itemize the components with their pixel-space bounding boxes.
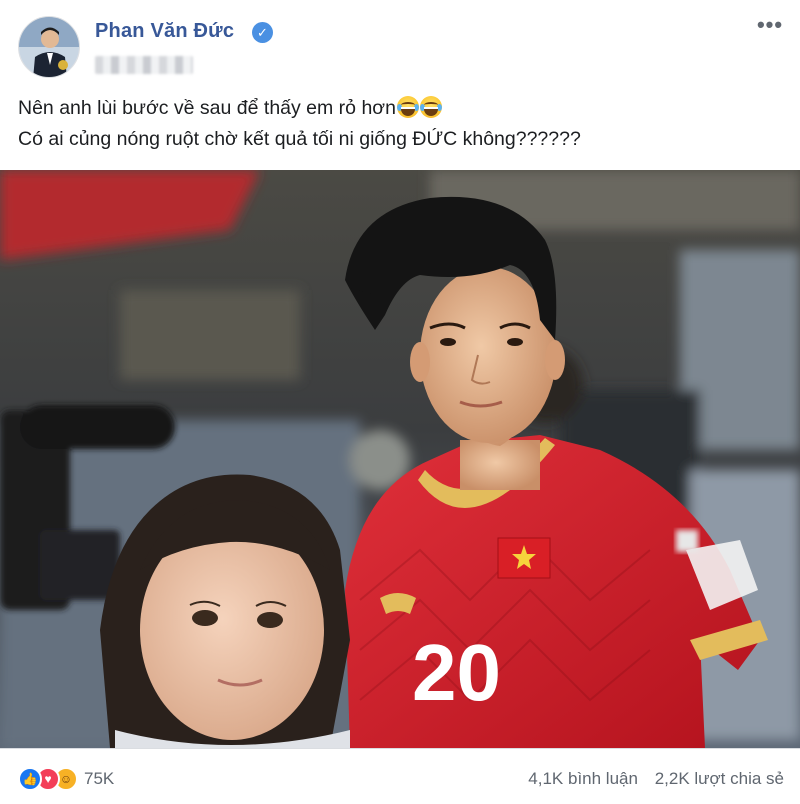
shares-count[interactable]: 2,2K lượt chia sẻ <box>655 769 784 788</box>
engagement-stats: 4,1K bình luận 2,2K lượt chia sẻ <box>528 769 784 789</box>
author-name[interactable]: Phan Văn Đức <box>95 20 234 43</box>
verified-badge-icon: ✓ <box>252 22 273 43</box>
post-meta-blurred <box>95 56 193 74</box>
author-avatar[interactable] <box>18 16 80 78</box>
post-text-line-1: Nên anh lùi bước về sau để thấy em rỏ hơ… <box>18 93 788 124</box>
post-photo[interactable]: 20 <box>0 170 800 748</box>
engagement-bar: 👍 ♥ ☺ 75K 4,1K bình luận 2,2K lượt chia … <box>0 750 800 804</box>
facebook-post: Phan Văn Đức ✓ ••• Nên anh lùi bước về s… <box>0 0 800 804</box>
post-divider <box>0 748 800 749</box>
laughing-tears-emoji-icon <box>396 96 419 118</box>
post-text-line-1-text: Nên anh lùi bước về sau để thấy em rỏ hơ… <box>18 97 396 119</box>
post-text-line-2: Có ai củng nóng ruột chờ kết quả tối ni … <box>18 128 581 150</box>
like-icon: 👍 <box>18 767 42 791</box>
more-options-icon[interactable]: ••• <box>754 14 786 42</box>
comments-count[interactable]: 4,1K bình luận <box>528 769 638 788</box>
post-text: Nên anh lùi bước về sau để thấy em rỏ hơ… <box>18 93 788 155</box>
laughing-tears-emoji-icon <box>419 96 442 118</box>
post-photo-illustration: 20 <box>0 170 800 748</box>
avatar-image <box>19 17 79 77</box>
reactions-count[interactable]: 75K <box>84 769 114 789</box>
jersey-number: 20 <box>412 628 501 717</box>
